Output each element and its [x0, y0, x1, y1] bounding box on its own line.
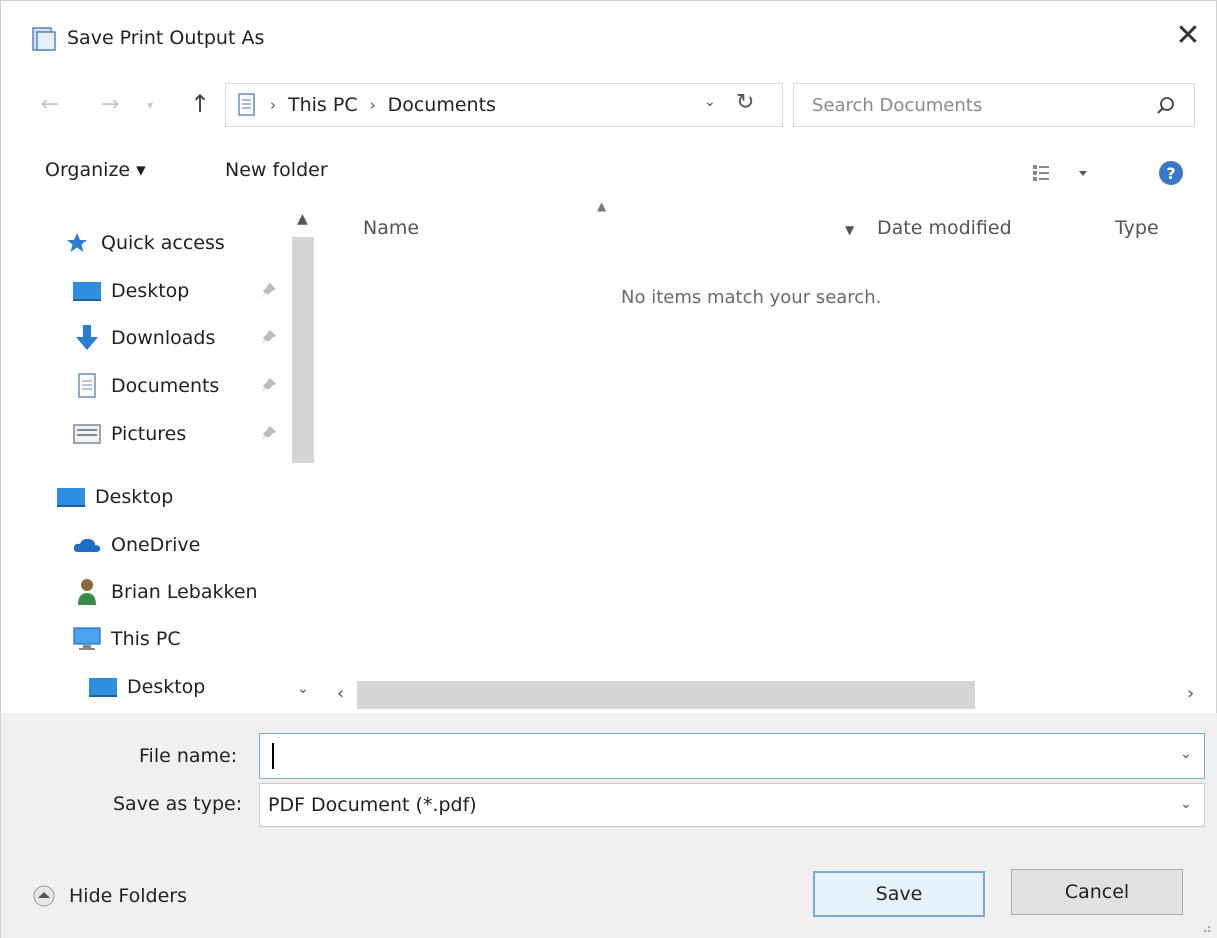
documents-icon	[71, 371, 103, 401]
sidebar-item-label: Documents	[111, 375, 220, 397]
empty-list-message: No items match your search.	[621, 287, 882, 308]
onedrive-icon	[71, 530, 103, 560]
collapse-up-icon	[31, 883, 57, 909]
sidebar-item-desktop-pinned[interactable]: Desktop	[71, 273, 189, 309]
svg-text:?: ?	[1166, 164, 1175, 183]
pin-icon[interactable]	[257, 280, 279, 302]
view-options-icon[interactable]	[1029, 159, 1089, 187]
scroll-down-icon[interactable]: ⌄	[297, 681, 309, 697]
scroll-up-icon[interactable]: ▲	[297, 211, 308, 227]
recent-locations-chevron-icon[interactable]: ▾	[141, 93, 159, 117]
scroll-right-icon[interactable]: ›	[1187, 683, 1194, 704]
sort-ascending-icon: ▲	[597, 199, 607, 213]
refresh-icon[interactable]: ↻	[736, 90, 754, 115]
sidebar-item-label: Desktop	[111, 280, 190, 302]
file-name-combobox[interactable]: ⌄	[259, 733, 1205, 779]
sidebar-item-label: Quick access	[101, 232, 225, 254]
sidebar-item-pictures[interactable]: Pictures	[71, 416, 186, 452]
horizontal-scrollbar[interactable]: ‹ ›	[321, 677, 1217, 713]
cancel-button[interactable]: Cancel	[1011, 869, 1183, 915]
save-as-type-value: PDF Document (*.pdf)	[268, 794, 477, 816]
breadcrumb-documents[interactable]: Documents	[388, 94, 496, 116]
pin-icon[interactable]	[257, 423, 279, 445]
pin-icon[interactable]	[257, 327, 279, 349]
horizontal-scrollbar-thumb[interactable]	[357, 681, 975, 709]
sidebar-item-label: Desktop	[95, 486, 174, 508]
sidebar-item-label: This PC	[111, 628, 181, 650]
help-icon[interactable]: ?	[1157, 159, 1185, 187]
save-button[interactable]: Save	[813, 871, 985, 917]
column-header-name[interactable]: Name	[363, 217, 419, 239]
back-arrow-icon[interactable]: ←	[35, 89, 65, 119]
desktop-icon	[55, 482, 87, 512]
pin-icon[interactable]	[257, 375, 279, 397]
text-cursor	[272, 743, 274, 769]
sidebar-item-quick-access[interactable]: Quick access	[61, 225, 225, 261]
sidebar-item-user[interactable]: Brian Lebakken	[71, 574, 258, 610]
save-dialog: Save Print Output As ✕ ← → ▾ ↑ › This PC…	[0, 0, 1217, 938]
sidebar-item-onedrive[interactable]: OneDrive	[71, 527, 200, 563]
column-header-type[interactable]: Type	[1115, 217, 1159, 239]
close-icon[interactable]: ✕	[1166, 13, 1210, 57]
save-as-type-label: Save as type:	[113, 793, 243, 815]
forward-arrow-icon[interactable]: →	[95, 89, 125, 119]
file-name-input[interactable]	[260, 734, 1160, 778]
save-as-type-select[interactable]: PDF Document (*.pdf) ⌄	[259, 783, 1205, 827]
chevron-down-icon[interactable]: ⌄	[1180, 746, 1192, 762]
search-icon[interactable]	[1154, 94, 1178, 118]
documents-location-icon	[236, 92, 258, 118]
sidebar-item-label: Pictures	[111, 423, 187, 445]
sidebar-item-label: Downloads	[111, 327, 216, 349]
search-box	[793, 83, 1195, 127]
file-name-label: File name:	[139, 745, 238, 767]
sidebar-item-label: OneDrive	[111, 534, 201, 556]
chevron-down-icon[interactable]: ⌄	[1180, 796, 1192, 812]
user-icon	[71, 577, 103, 607]
column-dropdown-icon[interactable]: ▼	[845, 223, 854, 237]
breadcrumb-separator-icon: ›	[270, 96, 276, 114]
sidebar-item-desktop-this-pc[interactable]: Desktop	[87, 669, 205, 705]
desktop-icon	[87, 672, 119, 702]
nav-scrollbar-thumb[interactable]	[292, 237, 314, 463]
search-input[interactable]	[794, 84, 1154, 126]
download-icon	[71, 323, 103, 353]
document-icon	[29, 25, 57, 53]
new-folder-button[interactable]: New folder	[225, 159, 328, 181]
up-arrow-icon[interactable]: ↑	[183, 87, 217, 121]
breadcrumb-this-pc[interactable]: This PC	[288, 94, 358, 116]
computer-icon	[71, 624, 103, 654]
hide-folders-button[interactable]: Hide Folders	[31, 883, 187, 909]
window-title: Save Print Output As	[67, 27, 265, 49]
sidebar-item-downloads[interactable]: Downloads	[71, 320, 215, 356]
resize-grip-icon[interactable]	[1195, 917, 1213, 935]
sidebar-item-documents[interactable]: Documents	[71, 368, 219, 404]
breadcrumb-separator-icon: ›	[369, 96, 376, 114]
desktop-icon	[71, 276, 103, 306]
scroll-left-icon[interactable]: ‹	[337, 683, 344, 704]
sidebar-item-desktop[interactable]: Desktop	[55, 479, 173, 515]
organize-menu-button[interactable]: Organize ▾	[45, 159, 146, 181]
pictures-icon	[71, 419, 103, 449]
hide-folders-label: Hide Folders	[69, 885, 187, 907]
column-header-date-modified[interactable]: Date modified	[877, 217, 1012, 239]
sidebar-item-label: Desktop	[127, 676, 206, 698]
sidebar-item-this-pc[interactable]: This PC	[71, 621, 181, 657]
sidebar-item-label: Brian Lebakken	[111, 581, 258, 603]
star-icon	[61, 228, 93, 258]
address-bar[interactable]: › This PC › Documents ⌄ ↻	[225, 83, 783, 127]
chevron-down-icon[interactable]: ⌄	[704, 94, 716, 110]
